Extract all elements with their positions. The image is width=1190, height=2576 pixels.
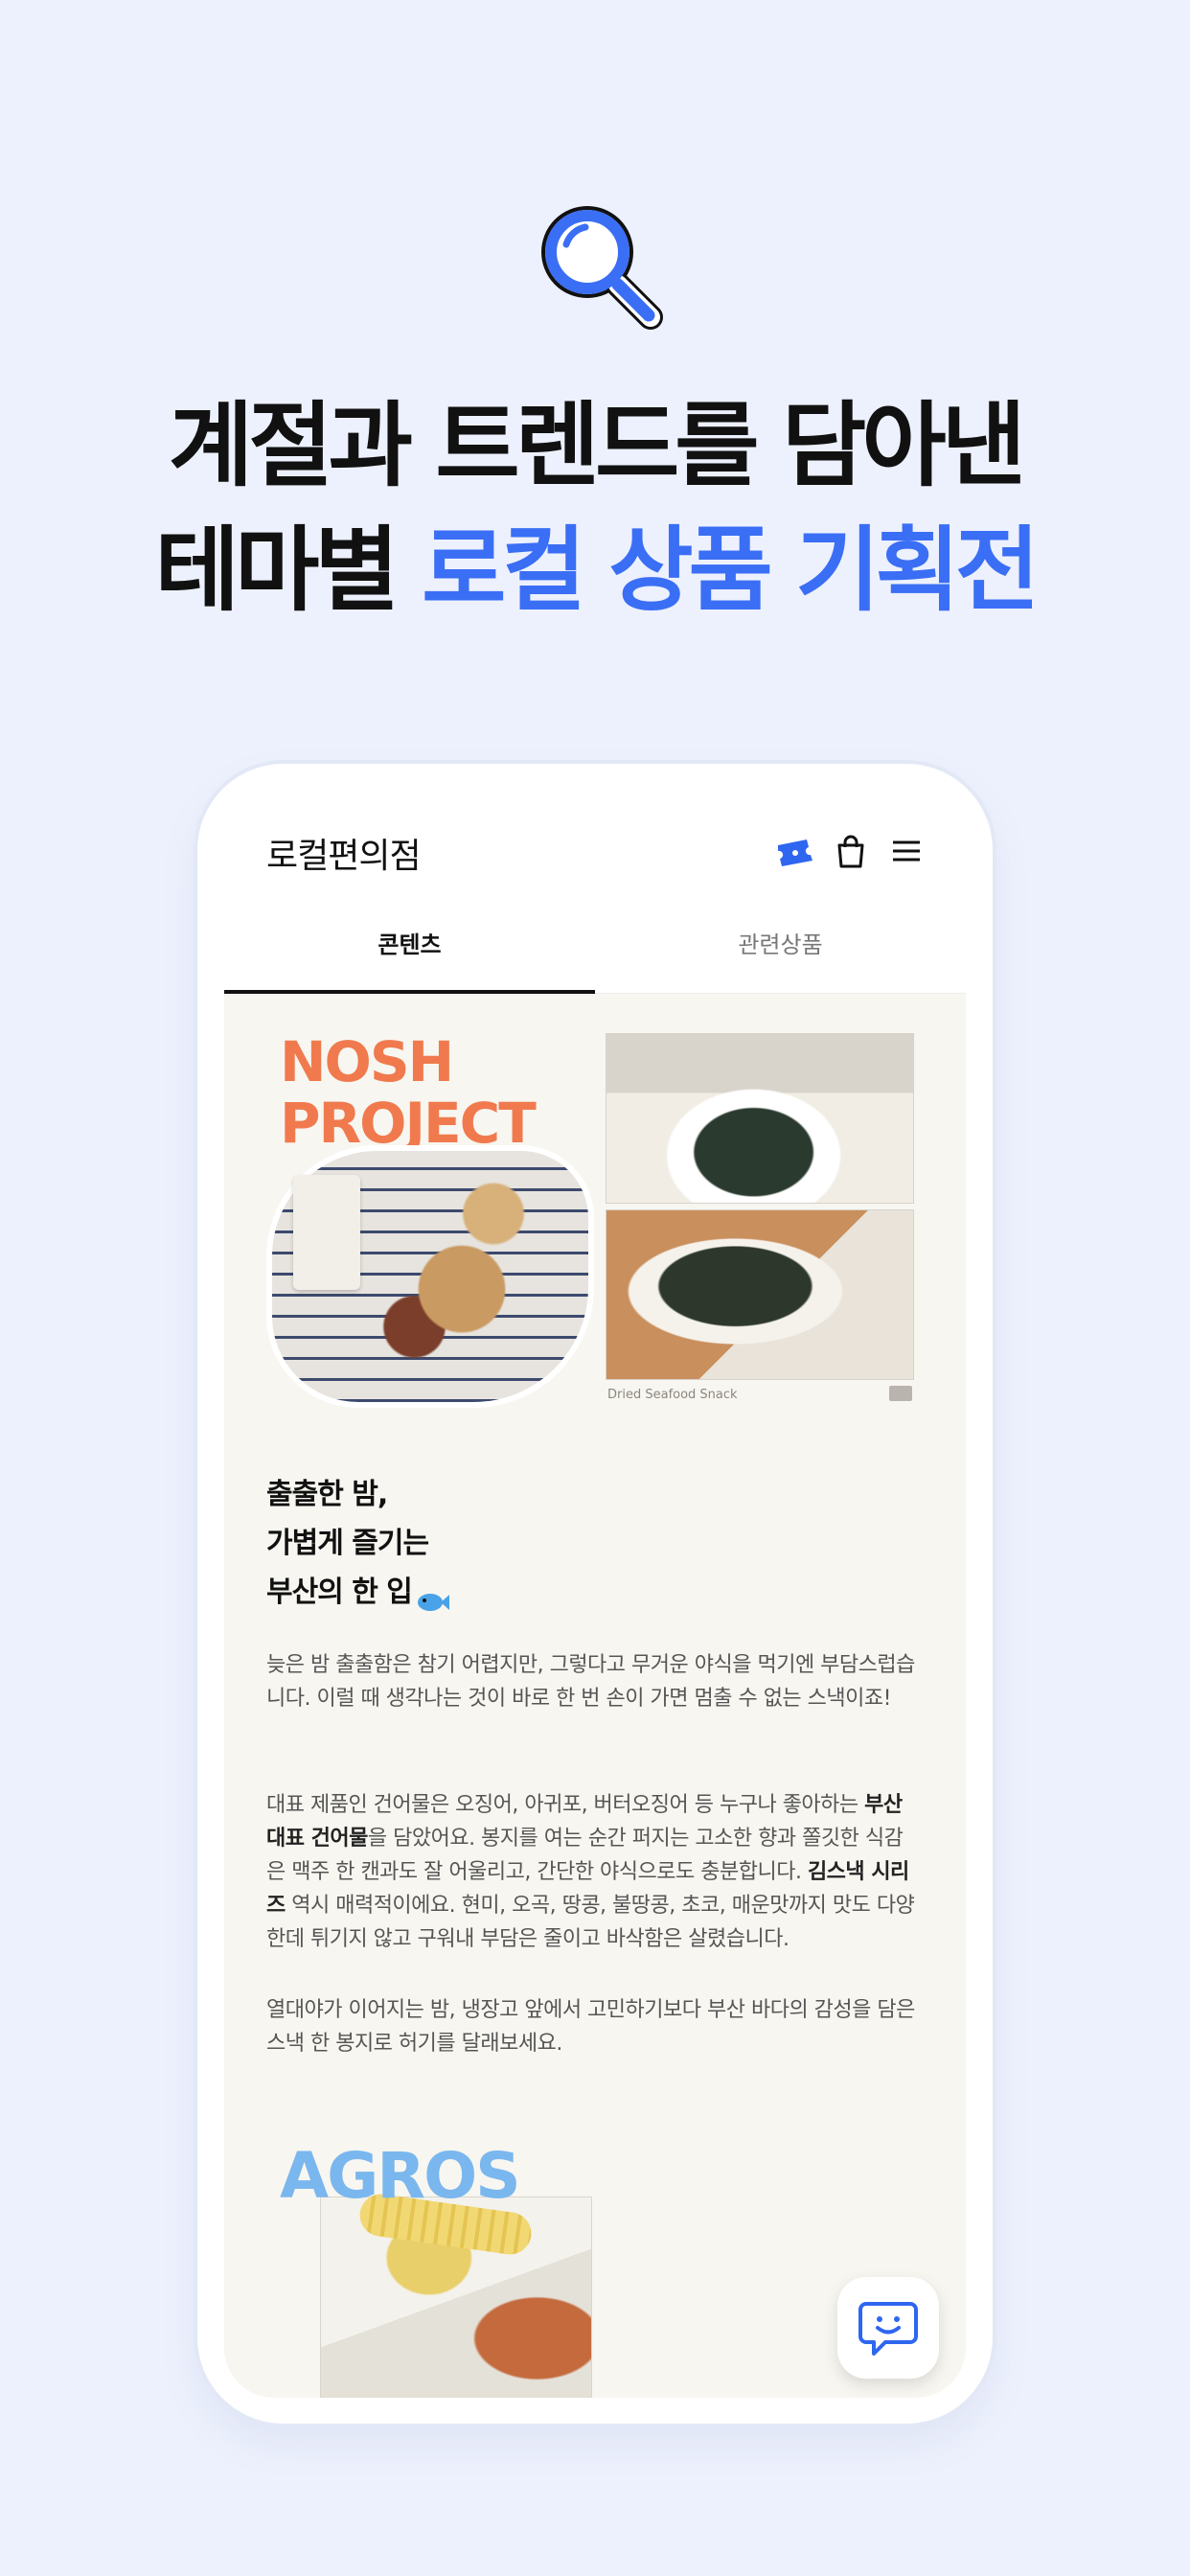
agros-product-photo[interactable] bbox=[320, 2191, 592, 2398]
app-logo[interactable]: 로컬편의점 bbox=[266, 828, 422, 878]
snack-pouch-image bbox=[293, 1175, 360, 1290]
shopping-bag-icon[interactable] bbox=[832, 832, 870, 870]
p2-text-a: 대표 제품인 건어물은 오징어, 아귀포, 버터오징어 등 누구나 좋아하는 bbox=[266, 1793, 865, 1817]
phone-screen: 로컬편의점 콘텐츠 관련상품 NOSH PROJECT Dried Seafoo… bbox=[224, 792, 966, 2398]
banner-caption: Dried Seafood Snack bbox=[607, 1388, 738, 1402]
headline: 계절과 트렌드를 담아낸 테마별 로컬 상품 기획전 bbox=[0, 383, 1190, 632]
nosh-title-line-1: NOSH bbox=[280, 1029, 454, 1094]
nosh-title-line-2: PROJECT bbox=[280, 1091, 537, 1156]
agros-title: AGROS bbox=[280, 2139, 521, 2213]
seaweed-snack-photo-1 bbox=[606, 1033, 914, 1204]
article-title-line-2: 가볍게 즐기는 bbox=[266, 1527, 429, 1560]
headline-plain: 테마별 bbox=[154, 517, 400, 624]
headline-accent: 로컬 상품 기획전 bbox=[422, 517, 1040, 624]
headline-line-2: 테마별 로컬 상품 기획전 bbox=[0, 508, 1190, 632]
tab-contents[interactable]: 콘텐츠 bbox=[224, 897, 595, 994]
chat-bot-icon bbox=[858, 2302, 918, 2356]
seaweed-snack-photo-2 bbox=[606, 1209, 914, 1380]
tab-related-products[interactable]: 관련상품 bbox=[595, 897, 966, 993]
nosh-title: NOSH PROJECT bbox=[280, 1029, 537, 1156]
article-paragraph-1: 늦은 밤 출출함은 참기 어렵지만, 그렇다고 무거운 야식을 먹기엔 부담스럽… bbox=[266, 1653, 915, 1711]
p2-text-e: 역시 매력적이에요. 현미, 오곡, 땅콩, 불땅콩, 초코, 매운맛까지 맛도… bbox=[266, 1894, 915, 1951]
article-title-line-3: 부산의 한 입 bbox=[266, 1576, 413, 1609]
ticket-icon[interactable] bbox=[774, 832, 812, 870]
tab-bar: 콘텐츠 관련상품 bbox=[224, 897, 966, 994]
app-header: 로컬편의점 bbox=[224, 792, 966, 897]
article-paragraph-2: 대표 제품인 건어물은 오징어, 아귀포, 버터오징어 등 누구나 좋아하는 부… bbox=[266, 1788, 918, 1956]
fish-icon bbox=[416, 1581, 450, 1611]
menu-icon[interactable] bbox=[887, 832, 926, 870]
search-icon bbox=[530, 196, 666, 333]
article-paragraph-3: 열대야가 이어지는 밤, 냉장고 앞에서 고민하기보다 부산 바다의 감성을 담… bbox=[266, 1998, 915, 2056]
chat-bot-button[interactable] bbox=[837, 2277, 939, 2379]
headline-line-1: 계절과 트렌드를 담아낸 bbox=[168, 392, 1026, 499]
article-title: 출출한 밤, 가볍게 즐기는 부산의 한 입 bbox=[266, 1470, 450, 1617]
article-title-line-3-wrap: 부산의 한 입 bbox=[266, 1568, 450, 1617]
article-title-line-1: 출출한 밤, bbox=[266, 1478, 388, 1511]
brand-mark-icon bbox=[889, 1386, 912, 1401]
nosh-project-banner[interactable]: NOSH PROJECT Dried Seafood Snack bbox=[272, 1031, 916, 1424]
